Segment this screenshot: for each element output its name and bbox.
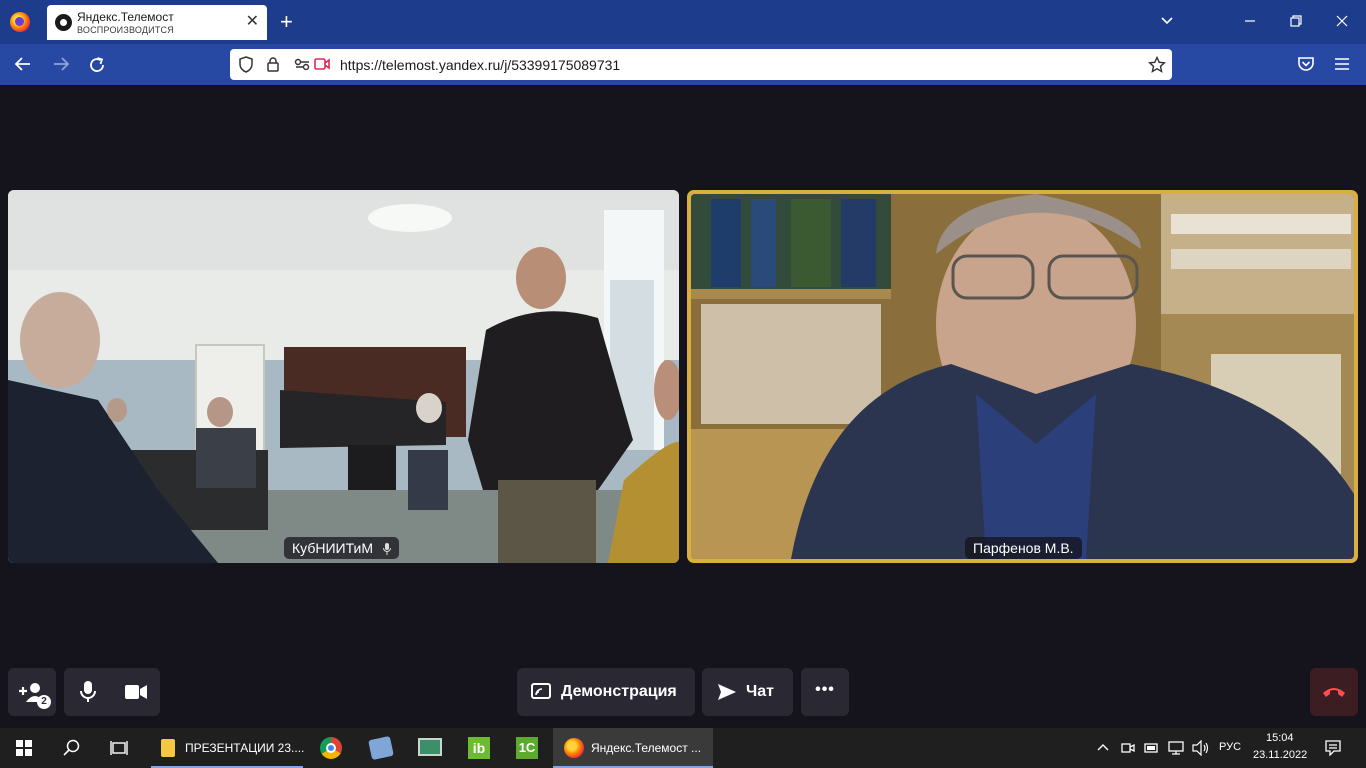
taskbar-item-app-ib[interactable]: ib: [466, 728, 494, 768]
chat-label: Чат: [746, 683, 774, 700]
tab-close-icon[interactable]: ✕: [246, 13, 259, 31]
network-icon[interactable]: [1167, 740, 1185, 756]
reload-icon[interactable]: [88, 56, 106, 74]
demonstration-label: Демонстрация: [561, 683, 677, 700]
forward-arrow-icon[interactable]: [52, 56, 70, 72]
windows-taskbar: ПРЕЗЕНТАЦИИ 23.... ib 1C Яндекс.Телемост…: [0, 728, 1366, 768]
restore-icon[interactable]: [1290, 15, 1302, 27]
1c-app-icon: 1C: [516, 737, 538, 759]
microphone-icon[interactable]: [80, 681, 96, 703]
taskbar-item-app-notes[interactable]: [368, 728, 396, 768]
camera-in-use-icon[interactable]: [1121, 740, 1135, 756]
input-language-indicator[interactable]: РУС: [1219, 741, 1241, 753]
participant-video-room[interactable]: КубНИИТиМ: [8, 190, 679, 563]
taskbar-item-presentations-folder[interactable]: ПРЕЗЕНТАЦИИ 23....: [151, 728, 305, 768]
pocket-icon[interactable]: [1297, 56, 1315, 72]
taskbar-item-label: ПРЕЗЕНТАЦИИ 23....: [185, 741, 305, 755]
hangup-button[interactable]: [1310, 668, 1358, 716]
back-arrow-icon[interactable]: [14, 56, 32, 72]
mic-icon: [382, 543, 391, 555]
taskbar-item-app-1c[interactable]: 1C: [514, 728, 542, 768]
volume-icon[interactable]: [1192, 740, 1210, 756]
minimize-icon[interactable]: [1244, 15, 1256, 27]
invite-participants-button[interactable]: 2: [8, 668, 56, 716]
monitor-app-icon: [418, 738, 442, 756]
participant-video-speaker[interactable]: Парфенов М.В.: [687, 190, 1358, 563]
hamburger-menu-icon[interactable]: [1334, 57, 1350, 71]
windows-start-icon[interactable]: [16, 740, 32, 756]
notifications-icon[interactable]: [1325, 740, 1341, 756]
lock-icon[interactable]: [266, 56, 280, 72]
more-dots-icon: •••: [815, 681, 835, 698]
folder-icon: [161, 739, 175, 757]
media-controls-group: [64, 668, 160, 716]
demonstration-button[interactable]: Демонстрация: [517, 668, 695, 716]
tracking-protection-shield-icon[interactable]: [238, 56, 254, 73]
more-options-button[interactable]: •••: [801, 668, 849, 716]
clock-date[interactable]: 23.11.2022: [1253, 749, 1307, 761]
browser-nav-bar: https://telemost.yandex.ru/j/53399175089…: [0, 44, 1366, 85]
ib-app-icon: ib: [468, 737, 490, 759]
list-tabs-chevron-icon[interactable]: [1160, 14, 1174, 28]
search-icon[interactable]: [63, 739, 81, 757]
screen-share-icon: [531, 683, 551, 699]
firefox-logo-icon[interactable]: [10, 12, 30, 32]
taskbar-item-firefox-telemost[interactable]: Яндекс.Телемост ...: [553, 728, 713, 768]
telemost-favicon-icon: [55, 14, 72, 31]
participant-name-label: КубНИИТиМ: [284, 537, 399, 559]
participant-name-label: Парфенов М.В.: [965, 537, 1082, 559]
tray-overflow-chevron-icon[interactable]: [1097, 743, 1109, 751]
taskbar-item-label: Яндекс.Телемост ...: [591, 741, 702, 755]
permissions-icon[interactable]: [294, 58, 310, 70]
chat-button[interactable]: Чат: [702, 668, 793, 716]
room-video-frame: [8, 190, 679, 563]
bookmark-star-icon[interactable]: [1148, 56, 1166, 74]
taskbar-item-app-monitor[interactable]: [416, 728, 444, 768]
speaker-video-frame: [691, 194, 1354, 559]
phone-hangup-icon: [1323, 688, 1345, 697]
send-arrow-icon: [718, 684, 736, 700]
conference-area: КубНИИТиМ Парфенов М.В. 2 Демонстрация Ч…: [0, 85, 1366, 728]
notes-app-icon: [368, 735, 394, 761]
camera-sharing-icon[interactable]: [314, 57, 330, 71]
browser-tab-bar: Яндекс.Телемост ВОСПРОИЗВОДИТСЯ ✕ +: [0, 0, 1366, 44]
close-window-icon[interactable]: [1336, 15, 1348, 27]
taskbar-item-chrome[interactable]: [318, 728, 346, 768]
task-view-icon[interactable]: [110, 740, 128, 756]
invite-count-badge: 2: [37, 695, 51, 709]
clock-time[interactable]: 15:04: [1266, 732, 1294, 744]
speaker-video-image: [691, 194, 1354, 559]
tab-playing-status: ВОСПРОИЗВОДИТСЯ: [77, 25, 174, 35]
address-bar[interactable]: https://telemost.yandex.ru/j/53399175089…: [230, 49, 1172, 80]
camera-icon[interactable]: [125, 684, 147, 700]
new-tab-button[interactable]: +: [280, 9, 293, 35]
firefox-icon: [564, 738, 584, 758]
url-text[interactable]: https://telemost.yandex.ru/j/53399175089…: [340, 57, 620, 73]
battery-icon[interactable]: [1144, 740, 1160, 756]
participant-name: КубНИИТиМ: [292, 540, 373, 556]
tab-title: Яндекс.Телемост: [77, 10, 174, 24]
browser-tab-telemost[interactable]: Яндекс.Телемост ВОСПРОИЗВОДИТСЯ ✕: [47, 5, 267, 40]
